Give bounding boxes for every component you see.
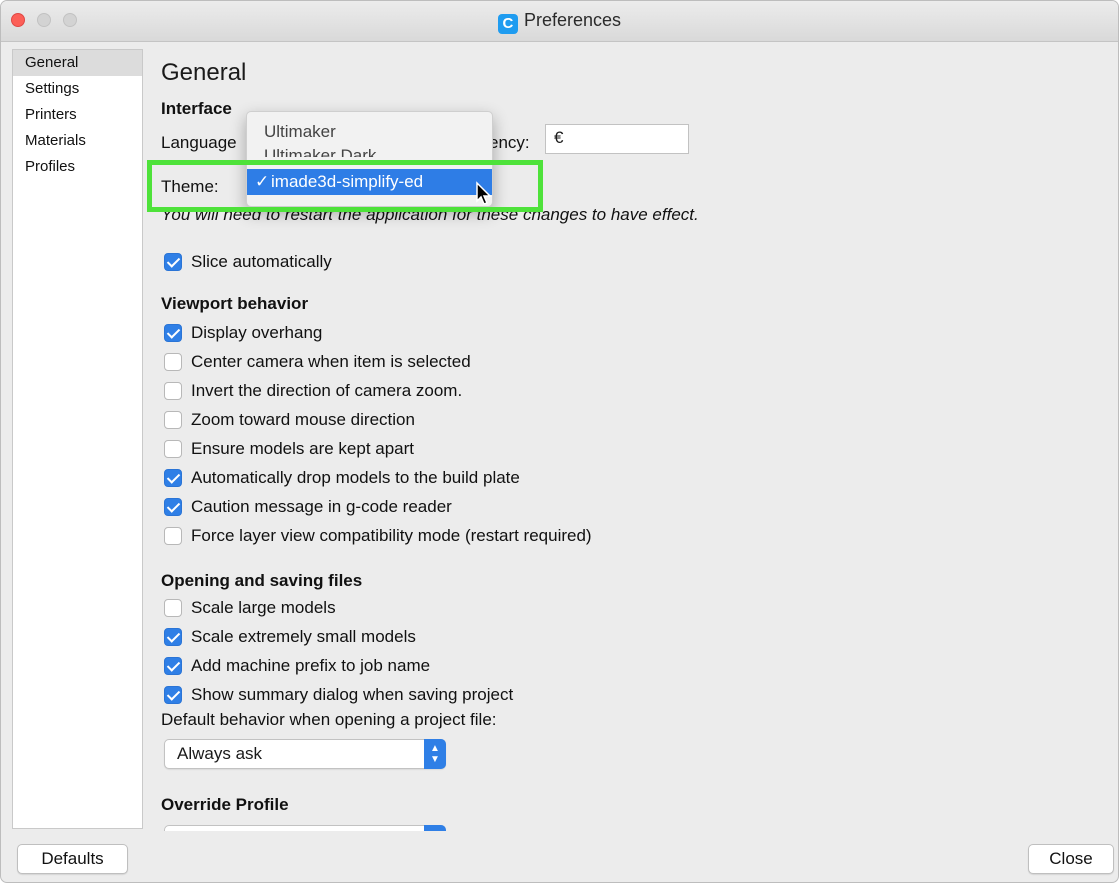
theme-option-selected[interactable]: ✓ imade3d-simplify-ed (247, 169, 492, 195)
checkbox-label: Zoom toward mouse direction (191, 410, 415, 429)
currency-input[interactable]: € (545, 124, 689, 154)
summary-dialog-checkbox[interactable]: Show summary dialog when saving project (164, 684, 513, 706)
checkbox-unchecked-icon[interactable] (164, 440, 182, 458)
checkmark-icon: ✓ (255, 172, 270, 191)
checkbox-unchecked-icon[interactable] (164, 382, 182, 400)
currency-label: ency: (489, 133, 530, 152)
default-behavior-select[interactable]: Always ask ▲ ▼ (164, 739, 446, 769)
checkbox-checked-icon[interactable] (164, 686, 182, 704)
display-overhang-checkbox[interactable]: Display overhang (164, 322, 322, 344)
checkbox-unchecked-icon[interactable] (164, 411, 182, 429)
window-title: Preferences (523, 10, 622, 30)
close-button[interactable]: Close (1028, 844, 1114, 874)
theme-label: Theme: (161, 177, 219, 196)
theme-option-label: imade3d-simplify-ed (271, 172, 424, 191)
scale-small-models-checkbox[interactable]: Scale extremely small models (164, 626, 416, 648)
checkbox-label: Scale large models (191, 598, 336, 617)
checkbox-label: Caution message in g-code reader (191, 497, 452, 516)
sidebar: General Settings Printers Materials Prof… (12, 49, 143, 829)
checkbox-checked-icon[interactable] (164, 498, 182, 516)
checkbox-label: Center camera when item is selected (191, 352, 471, 371)
checkbox-checked-icon[interactable] (164, 324, 182, 342)
chevron-updown-icon[interactable]: ▲▼ (424, 739, 446, 769)
theme-option-ultimaker-dark[interactable]: Ultimaker Dark (247, 143, 492, 157)
center-camera-checkbox[interactable]: Center camera when item is selected (164, 351, 471, 373)
restart-note: You will need to restart the application… (161, 205, 699, 224)
checkbox-label: Scale extremely small models (191, 627, 416, 646)
checkbox-checked-icon[interactable] (164, 253, 182, 271)
checkbox-label: Show summary dialog when saving project (191, 685, 514, 704)
invert-zoom-checkbox[interactable]: Invert the direction of camera zoom. (164, 380, 462, 402)
mouse-pointer-icon (476, 181, 492, 205)
slice-automatically-checkbox[interactable]: Slice automatically (164, 251, 332, 273)
checkbox-checked-icon[interactable] (164, 628, 182, 646)
layer-view-compat-checkbox[interactable]: Force layer view compatibility mode (res… (164, 525, 592, 547)
scale-large-models-checkbox[interactable]: Scale large models (164, 597, 336, 619)
select-value: Always ask (177, 744, 263, 763)
default-behavior-label: Default behavior when opening a project … (161, 710, 497, 729)
theme-dropdown-menu: Ultimaker Ultimaker Dark ✓ imade3d-simpli… (246, 111, 493, 207)
defaults-button[interactable]: Defaults (17, 844, 128, 874)
sidebar-item-materials[interactable]: Materials (13, 128, 142, 154)
files-heading: Opening and saving files (161, 571, 363, 590)
checkbox-label: Slice automatically (191, 252, 332, 271)
theme-option-ultimaker[interactable]: Ultimaker (247, 119, 492, 145)
checkbox-label: Force layer view compatibility mode (res… (191, 526, 592, 545)
checkbox-unchecked-icon[interactable] (164, 599, 182, 617)
language-label: Language (161, 133, 237, 152)
interface-heading: Interface (161, 99, 232, 118)
chevron-updown-icon[interactable]: ▲▼ (424, 825, 446, 831)
title-bar: C Preferences (1, 1, 1118, 42)
override-profile-heading: Override Profile (161, 795, 289, 814)
zoom-to-mouse-checkbox[interactable]: Zoom toward mouse direction (164, 409, 415, 431)
checkbox-unchecked-icon[interactable] (164, 353, 182, 371)
cura-app-icon: C (497, 14, 518, 34)
checkbox-label: Display overhang (191, 323, 323, 342)
sidebar-item-profiles[interactable]: Profiles (13, 154, 142, 180)
checkbox-label: Automatically drop models to the build p… (191, 468, 520, 487)
machine-prefix-checkbox[interactable]: Add machine prefix to job name (164, 655, 430, 677)
sidebar-item-settings[interactable]: Settings (13, 76, 142, 102)
override-profile-select[interactable]: ▲▼ (164, 825, 446, 831)
sidebar-item-printers[interactable]: Printers (13, 102, 142, 128)
page-title: General (161, 59, 247, 86)
checkbox-label: Invert the direction of camera zoom. (191, 381, 463, 400)
viewport-heading: Viewport behavior (161, 294, 309, 313)
checkbox-checked-icon[interactable] (164, 657, 182, 675)
preferences-window: C Preferences General Settings Printers M… (0, 0, 1119, 883)
sidebar-item-general[interactable]: General (13, 50, 142, 76)
drop-to-build-plate-checkbox[interactable]: Automatically drop models to the build p… (164, 467, 520, 489)
checkbox-checked-icon[interactable] (164, 469, 182, 487)
gcode-caution-checkbox[interactable]: Caution message in g-code reader (164, 496, 452, 518)
window-title-area: C Preferences (1, 10, 1118, 34)
checkbox-label: Add machine prefix to job name (191, 656, 431, 675)
checkbox-label: Ensure models are kept apart (191, 439, 415, 458)
checkbox-unchecked-icon[interactable] (164, 527, 182, 545)
keep-models-apart-checkbox[interactable]: Ensure models are kept apart (164, 438, 414, 460)
